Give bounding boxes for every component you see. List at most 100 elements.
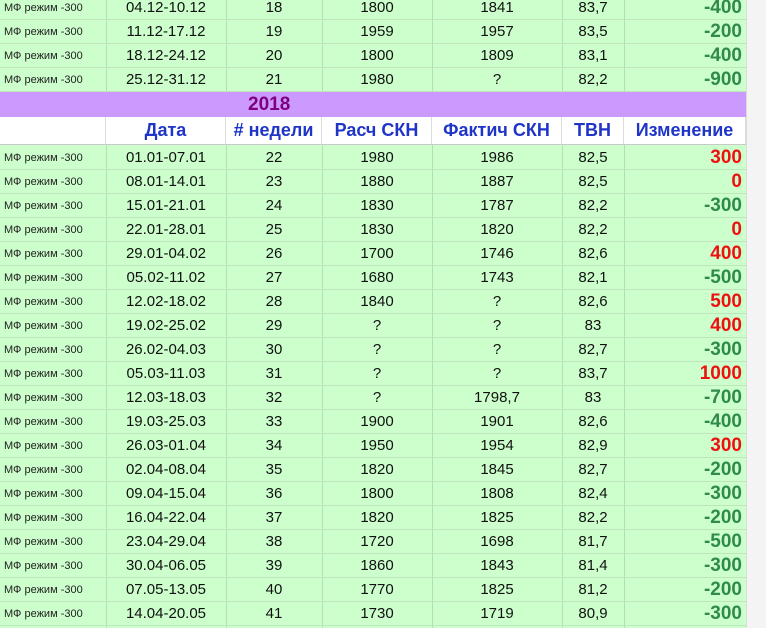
cell-mode[interactable]: МФ режим -300 bbox=[4, 266, 104, 290]
table-row[interactable]: МФ режим -300 02.04-08.04 35 1820 1845 82,7 -2… bbox=[0, 458, 746, 482]
cell-mode[interactable]: МФ режим -300 bbox=[4, 482, 104, 506]
cell-change[interactable]: -300 bbox=[624, 554, 742, 578]
cell-fact-skn[interactable]: ? bbox=[432, 314, 562, 338]
cell-mode[interactable]: МФ режим -300 bbox=[4, 410, 104, 434]
cell-mode[interactable]: МФ режим -300 bbox=[4, 530, 104, 554]
cell-week[interactable]: 21 bbox=[226, 68, 322, 92]
cell-week[interactable]: 41 bbox=[226, 602, 322, 626]
cell-change[interactable]: -900 bbox=[624, 68, 742, 92]
cell-week[interactable]: 23 bbox=[226, 170, 322, 194]
cell-mode[interactable]: МФ режим -300 bbox=[4, 218, 104, 242]
cell-week[interactable]: 33 bbox=[226, 410, 322, 434]
cell-fact-skn[interactable]: 1825 bbox=[432, 506, 562, 530]
table-row[interactable]: МФ режим -300 19.03-25.03 33 1900 1901 82,6 -4… bbox=[0, 410, 746, 434]
table-row[interactable]: МФ режим -300 01.01-07.01 22 1980 1986 82,5 30… bbox=[0, 146, 746, 170]
table-row[interactable]: МФ режим -300 11.12-17.12 19 1959 1957 83,5 -2… bbox=[0, 20, 746, 44]
cell-change[interactable]: -200 bbox=[624, 458, 742, 482]
cell-date[interactable]: 12.02-18.02 bbox=[106, 290, 226, 314]
cell-fact-skn[interactable]: 1843 bbox=[432, 554, 562, 578]
cell-tvn[interactable]: 81,7 bbox=[562, 530, 624, 554]
cell-mode[interactable]: МФ режим -300 bbox=[4, 146, 104, 170]
cell-calc-skn[interactable]: 1830 bbox=[322, 218, 432, 242]
header-fact-skn[interactable]: Фактич СКН bbox=[432, 117, 562, 144]
cell-calc-skn[interactable]: 1730 bbox=[322, 602, 432, 626]
cell-change[interactable]: 400 bbox=[624, 314, 742, 338]
cell-tvn[interactable]: 82,5 bbox=[562, 170, 624, 194]
cell-tvn[interactable]: 82,7 bbox=[562, 458, 624, 482]
cell-fact-skn[interactable]: 1698 bbox=[432, 530, 562, 554]
cell-week[interactable]: 35 bbox=[226, 458, 322, 482]
cell-week[interactable]: 34 bbox=[226, 434, 322, 458]
cell-mode[interactable]: МФ режим -300 bbox=[4, 290, 104, 314]
cell-mode[interactable]: МФ режим -300 bbox=[4, 434, 104, 458]
cell-date[interactable]: 22.01-28.01 bbox=[106, 218, 226, 242]
cell-tvn[interactable]: 80,9 bbox=[562, 602, 624, 626]
cell-fact-skn[interactable]: ? bbox=[432, 68, 562, 92]
cell-change[interactable]: -500 bbox=[624, 530, 742, 554]
cell-calc-skn[interactable]: 1980 bbox=[322, 146, 432, 170]
table-row[interactable]: МФ режим -300 05.03-11.03 31?? 83,7 1000 bbox=[0, 362, 746, 386]
table-row[interactable]: МФ режим -300 23.04-29.04 38 1720 1698 81,7 -5… bbox=[0, 530, 746, 554]
cell-date[interactable]: 05.03-11.03 bbox=[106, 362, 226, 386]
cell-fact-skn[interactable]: ? bbox=[432, 290, 562, 314]
cell-mode[interactable]: МФ режим -300 bbox=[4, 194, 104, 218]
cell-calc-skn[interactable]: 1800 bbox=[322, 44, 432, 68]
cell-week[interactable]: 28 bbox=[226, 290, 322, 314]
cell-mode[interactable]: МФ режим -300 bbox=[4, 44, 104, 68]
cell-date[interactable]: 04.12-10.12 bbox=[106, 0, 226, 20]
cell-calc-skn[interactable]: 1680 bbox=[322, 266, 432, 290]
cell-change[interactable]: -300 bbox=[624, 338, 742, 362]
cell-calc-skn[interactable]: 1720 bbox=[322, 530, 432, 554]
column-header-row[interactable]: Дата # недели Расч СКН Фактич СКН ТВН Из… bbox=[0, 117, 746, 145]
cell-mode[interactable]: МФ режим -300 bbox=[4, 314, 104, 338]
table-row[interactable]: МФ режим -300 30.04-06.05 39 1860 1843 81,4 -3… bbox=[0, 554, 746, 578]
table-row[interactable]: МФ режим -300 16.04-22.04 37 1820 1825 82,2 -2… bbox=[0, 506, 746, 530]
header-mode[interactable] bbox=[0, 117, 106, 144]
cell-change[interactable]: -400 bbox=[624, 44, 742, 68]
cell-date[interactable]: 23.04-29.04 bbox=[106, 530, 226, 554]
cell-change[interactable]: 300 bbox=[624, 434, 742, 458]
cell-calc-skn[interactable]: ? bbox=[322, 314, 432, 338]
cell-change[interactable]: -200 bbox=[624, 506, 742, 530]
cell-fact-skn[interactable]: 1957 bbox=[432, 20, 562, 44]
cell-mode[interactable]: МФ режим -300 bbox=[4, 386, 104, 410]
cell-date[interactable]: 09.04-15.04 bbox=[106, 482, 226, 506]
cell-fact-skn[interactable]: 1954 bbox=[432, 434, 562, 458]
cell-tvn[interactable]: 83,5 bbox=[562, 20, 624, 44]
cell-mode[interactable]: МФ режим -300 bbox=[4, 20, 104, 44]
cell-tvn[interactable]: 82,4 bbox=[562, 482, 624, 506]
cell-week[interactable]: 26 bbox=[226, 242, 322, 266]
cell-change[interactable]: -300 bbox=[624, 194, 742, 218]
cell-change[interactable]: -200 bbox=[624, 578, 742, 602]
cell-date[interactable]: 19.02-25.02 bbox=[106, 314, 226, 338]
cell-calc-skn[interactable]: 1820 bbox=[322, 458, 432, 482]
cell-date[interactable]: 26.03-01.04 bbox=[106, 434, 226, 458]
cell-fact-skn[interactable]: 1841 bbox=[432, 0, 562, 20]
cell-fact-skn[interactable]: 1825 bbox=[432, 578, 562, 602]
cell-calc-skn[interactable]: ? bbox=[322, 362, 432, 386]
cell-calc-skn[interactable]: 1830 bbox=[322, 194, 432, 218]
cell-tvn[interactable]: 83 bbox=[562, 314, 624, 338]
cell-calc-skn[interactable]: 1880 bbox=[322, 170, 432, 194]
cell-date[interactable]: 19.03-25.03 bbox=[106, 410, 226, 434]
cell-date[interactable]: 30.04-06.05 bbox=[106, 554, 226, 578]
table-row[interactable]: МФ режим -300 26.03-01.04 34 1950 1954 82,9 30… bbox=[0, 434, 746, 458]
cell-week[interactable]: 39 bbox=[226, 554, 322, 578]
table-row[interactable]: МФ режим -300 18.12-24.12 20 1800 1809 83,1 -4… bbox=[0, 44, 746, 68]
header-calc-skn[interactable]: Расч СКН bbox=[322, 117, 432, 144]
table-row[interactable]: МФ режим -300 12.03-18.03 32? 1798,7 83 -700 bbox=[0, 386, 746, 410]
cell-date[interactable]: 16.04-22.04 bbox=[106, 506, 226, 530]
cell-mode[interactable]: МФ режим -300 bbox=[4, 554, 104, 578]
cell-tvn[interactable]: 83,7 bbox=[562, 0, 624, 20]
cell-week[interactable]: 36 bbox=[226, 482, 322, 506]
cell-calc-skn[interactable]: 1770 bbox=[322, 578, 432, 602]
cell-week[interactable]: 29 bbox=[226, 314, 322, 338]
cell-week[interactable]: 32 bbox=[226, 386, 322, 410]
cell-mode[interactable]: МФ режим -300 bbox=[4, 602, 104, 626]
cell-fact-skn[interactable]: 1887 bbox=[432, 170, 562, 194]
cell-fact-skn[interactable]: 1808 bbox=[432, 482, 562, 506]
table-row[interactable]: МФ режим -300 19.02-25.02 29?? 83 400 bbox=[0, 314, 746, 338]
cell-tvn[interactable]: 81,2 bbox=[562, 578, 624, 602]
cell-week[interactable]: 27 bbox=[226, 266, 322, 290]
cell-tvn[interactable]: 83 bbox=[562, 386, 624, 410]
